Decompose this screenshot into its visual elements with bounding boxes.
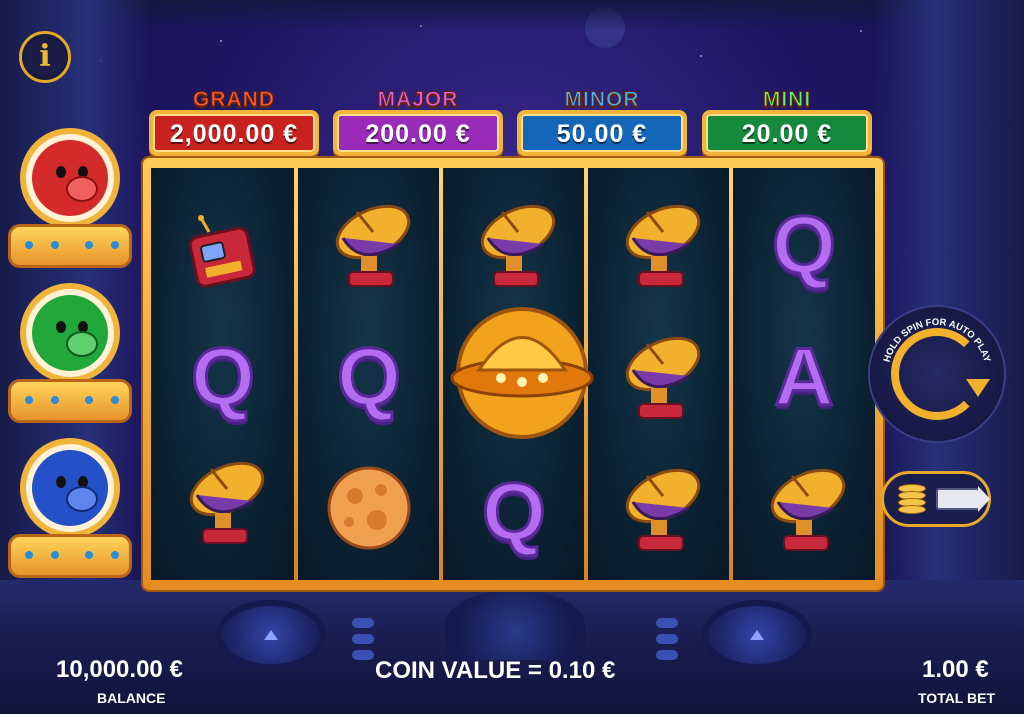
jackpot-label: MINI — [762, 88, 812, 112]
coins-icon — [898, 484, 926, 516]
total-bet-value: 1.00 € — [922, 656, 989, 683]
info-icon: i — [39, 39, 51, 74]
coin-value[interactable]: COIN VALUE = 0.10 € — [375, 657, 615, 685]
satellite-dish-icon — [173, 453, 273, 553]
jackpot-major: MAJOR 200.00 € — [329, 88, 507, 158]
green-pig-icon — [32, 295, 108, 371]
jackpot-label: GRAND — [193, 88, 275, 112]
console-light — [656, 634, 678, 644]
moon-icon — [319, 458, 419, 558]
jackpot-value: 2,000.00 € — [169, 120, 299, 148]
auto-play-hint: HOLD SPIN FOR AUTO PLAY — [882, 317, 993, 364]
satellite-dish-icon — [464, 196, 564, 296]
console-light — [656, 618, 678, 628]
pig-pod-green — [8, 283, 132, 433]
bet-settings-button[interactable] — [881, 471, 991, 527]
jackpot-mini: MINI 20.00 € — [698, 88, 876, 158]
reels-frame: Q Q Q Q A — [143, 158, 883, 590]
satellite-dish-icon — [609, 328, 709, 428]
balance-value: 10,000.00 € — [56, 656, 183, 683]
balance-label: BALANCE — [97, 690, 166, 706]
satellite-dish-icon — [319, 196, 419, 296]
svg-text:HOLD SPIN FOR AUTO PLAY: HOLD SPIN FOR AUTO PLAY — [882, 317, 993, 364]
arrow-right-icon — [936, 486, 990, 512]
letter-q-symbol: Q — [771, 200, 838, 291]
pig-pod-red — [8, 128, 132, 278]
info-button[interactable]: i — [19, 31, 71, 83]
pig-pod-blue — [8, 438, 132, 588]
letter-q-symbol: Q — [190, 332, 257, 423]
radio-icon — [173, 206, 273, 306]
jackpot-label: MINOR — [564, 88, 640, 112]
jackpot-minor: MINOR 50.00 € — [513, 88, 691, 158]
red-pig-icon — [32, 140, 108, 216]
ufo-icon — [449, 300, 595, 446]
console-light — [352, 634, 374, 644]
letter-a-symbol: A — [773, 332, 835, 423]
satellite-dish-icon — [754, 460, 854, 560]
jackpot-value: 20.00 € — [741, 120, 833, 148]
console-pad-left — [216, 600, 326, 670]
console-light — [352, 618, 374, 628]
letter-q-symbol: Q — [336, 332, 403, 423]
console-pad-right — [702, 600, 812, 670]
reel-grid: Q Q Q Q A — [151, 168, 875, 580]
satellite-dish-icon — [609, 460, 709, 560]
jackpot-label: MAJOR — [377, 88, 459, 112]
total-bet-label: TOTAL BET — [918, 690, 995, 706]
jackpot-value: 50.00 € — [556, 120, 648, 148]
cockpit-frame-top — [0, 0, 1024, 30]
satellite-dish-icon — [609, 196, 709, 296]
console-light — [656, 650, 678, 660]
jackpot-value: 200.00 € — [365, 120, 471, 148]
blue-pig-icon — [32, 450, 108, 526]
spin-button[interactable]: HOLD SPIN FOR AUTO PLAY — [870, 307, 1004, 441]
console-light — [352, 650, 374, 660]
letter-q-symbol: Q — [481, 467, 548, 558]
jackpot-grand: GRAND 2,000.00 € — [145, 88, 323, 158]
console-radar — [445, 590, 585, 660]
